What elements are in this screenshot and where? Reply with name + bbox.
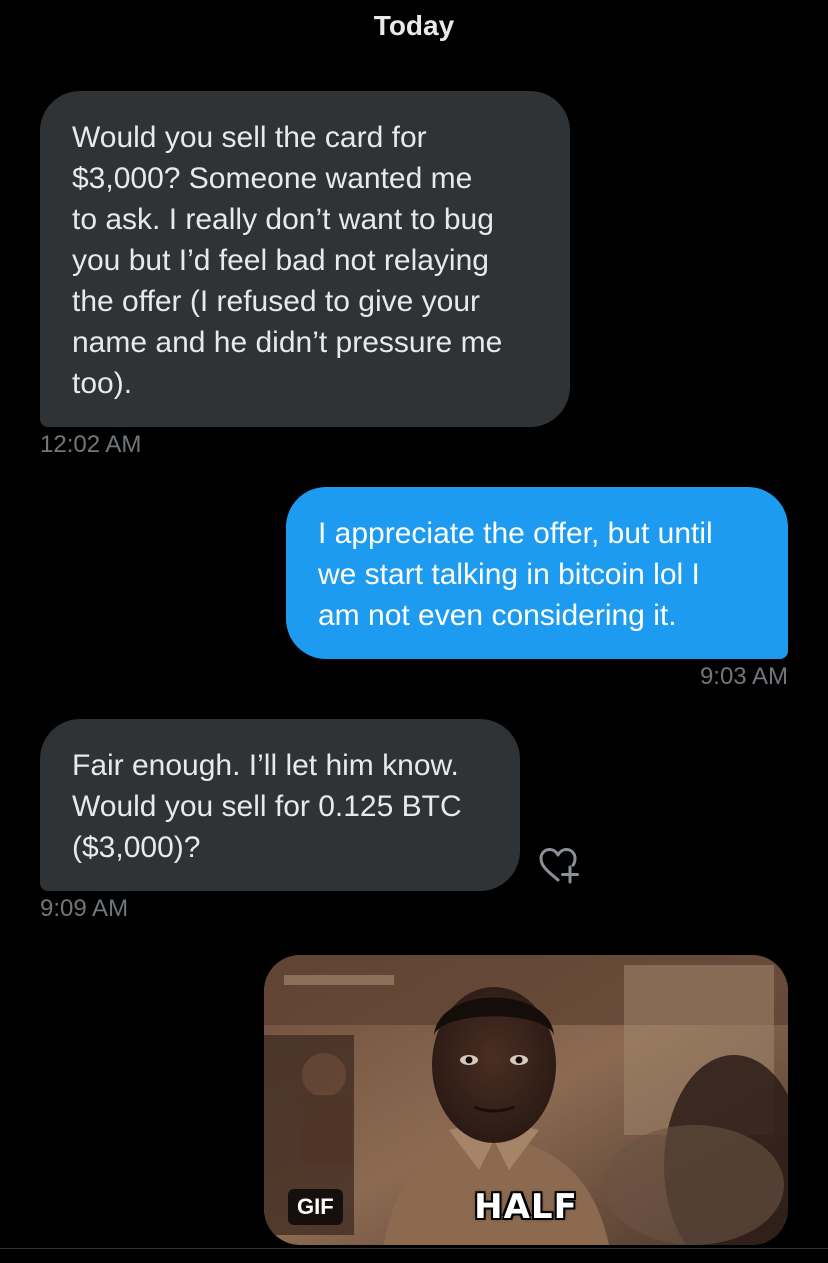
gif-caption: HALF [474, 1187, 578, 1227]
message-bubble-received[interactable]: Fair enough. I’ll let him know. Would yo… [40, 719, 520, 891]
add-reaction-button[interactable] [538, 846, 584, 886]
message-bubble-sent[interactable]: I appreciate the offer, but until we sta… [286, 487, 788, 659]
message-timestamp: 9:09 AM [40, 895, 129, 922]
message-timestamp: 12:02 AM [40, 431, 142, 458]
divider [0, 1248, 828, 1249]
gif-message[interactable]: GIF HALF [264, 955, 788, 1245]
heart-plus-icon [539, 848, 579, 884]
day-header: Today [373, 10, 455, 41]
message-timestamp: 9:03 AM [699, 663, 788, 690]
message-bubble-received[interactable]: Would you sell the card for $3,000? Some… [40, 91, 570, 427]
